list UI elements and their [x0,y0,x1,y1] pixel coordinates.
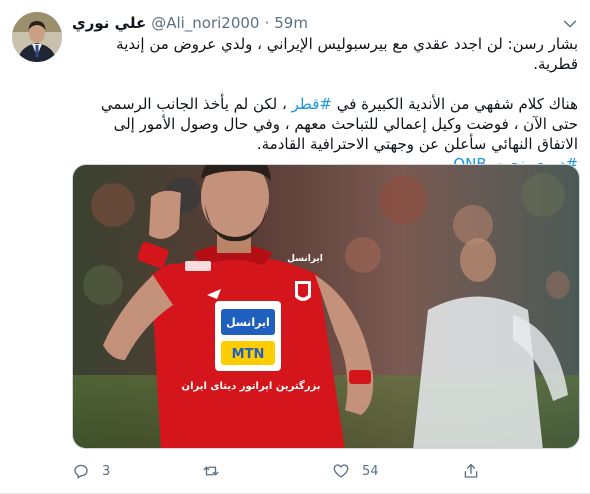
reply-icon [74,464,88,479]
author-handle[interactable]: @Ali_nori2000 [151,14,259,32]
tweet-card[interactable]: علي نوري @Ali_nori2000 · 59m بشار رسن: ل… [0,0,590,494]
share-button[interactable] [462,460,492,482]
avatar-image [12,12,62,62]
tweet-line-1: بشار رسن: لن اجدد عقدي مع بيرسبوليس الإي… [116,35,578,73]
retweet-icon [203,466,219,476]
reply-count: 3 [102,463,111,479]
para2-before: هناك كلام شفهي من الأندية الكبيرة في [331,95,578,113]
tweet-photo[interactable]: ایرانسل MTN بزرگترین اپراتور دیتای ایران… [72,164,580,449]
retweet-button[interactable] [202,460,332,482]
photo-footballer: ایرانسل MTN بزرگترین اپراتور دیتای ایران… [73,165,579,448]
tweet-header: علي نوري @Ali_nori2000 · 59m [72,12,554,34]
tweet-text: بشار رسن: لن اجدد عقدي مع بيرسبوليس الإي… [72,34,578,174]
reply-button[interactable]: 3 [72,460,202,482]
like-button[interactable]: 54 [332,460,462,482]
jersey-sponsor-top: ایرانسل [226,316,270,329]
hashtag-qatar[interactable]: #قطر [292,95,332,113]
tweet-paragraph-2: هناك كلام شفهي من الأندية الكبيرة في #قط… [72,94,578,154]
tweet-time[interactable]: 59m [274,14,308,32]
like-icon [333,464,349,478]
meta-separator: · [264,14,270,32]
avatar[interactable] [12,12,62,62]
jersey-chest-text: بزرگترین اپراتور دیتای ایران [182,379,321,392]
jersey-sleeve-text: ایرانسل [287,254,323,264]
chevron-down-icon[interactable] [562,16,578,32]
jersey-sponsor-bottom: MTN [232,347,265,362]
like-count: 54 [362,463,379,479]
tweet-actions: 3 54 [72,460,492,482]
share-icon [464,463,478,478]
author-name[interactable]: علي نوري [72,14,146,32]
